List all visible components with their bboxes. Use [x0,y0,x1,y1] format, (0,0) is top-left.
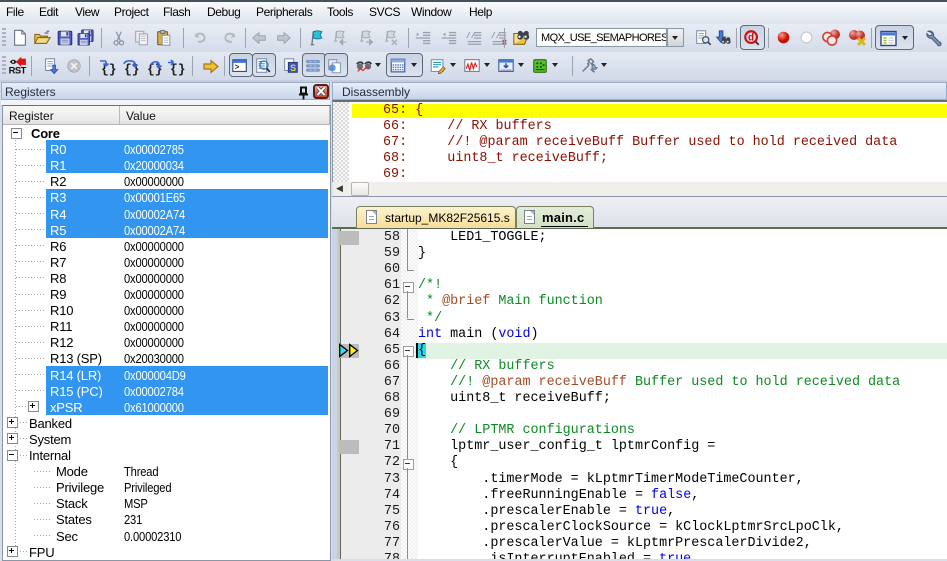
svg-text://: // [491,32,501,41]
svg-text:S: S [290,63,296,73]
svg-text:{}: {} [124,62,140,76]
svg-text:d: d [748,33,754,44]
svg-text:RST: RST [9,65,27,75]
svg-text:{}: {} [147,62,163,76]
svg-text:>: > [235,63,240,72]
svg-text://: // [466,32,476,41]
